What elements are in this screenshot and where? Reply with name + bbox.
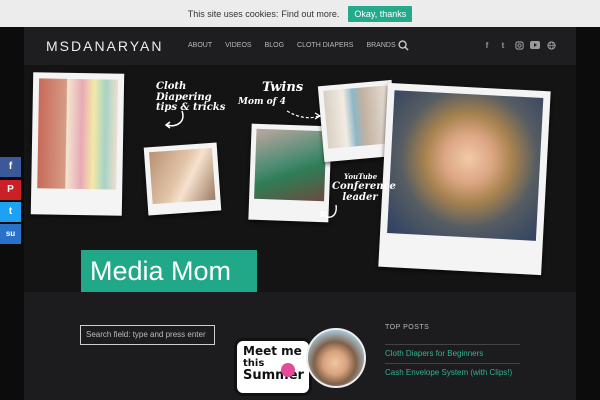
site-logo[interactable]: MSDANARYAN [46, 38, 164, 54]
photo-baby [143, 142, 222, 216]
promo-bubble: Meet me this Summer [234, 338, 312, 396]
photo-portrait [378, 82, 551, 276]
caption-twins: Twins [262, 80, 304, 95]
nav-item-blog[interactable]: BLOG [265, 42, 284, 49]
facebook-icon[interactable]: f [482, 41, 492, 51]
instagram-icon[interactable] [514, 41, 524, 51]
cookie-message: This site uses cookies: [187, 8, 279, 19]
curved-arrow-icon [164, 110, 184, 129]
twitter-icon[interactable]: t [498, 41, 508, 51]
nav-item-videos[interactable]: VIDEOS [225, 42, 251, 49]
youtube-icon[interactable] [530, 41, 540, 51]
dashed-arrow-icon [286, 110, 322, 120]
cookie-accept-button[interactable]: Okay, thanks [348, 5, 413, 22]
website-icon[interactable] [546, 41, 556, 51]
cookie-bar: This site uses cookies: Find out more. O… [0, 0, 600, 27]
social-links: f t [482, 41, 562, 51]
nav-item-cloth-diapers[interactable]: CLOTH DIAPERS [297, 42, 353, 49]
caption-conference-leader: Conference leader [332, 181, 396, 203]
top-post-link[interactable]: Cloth Diapers for Beginners [385, 344, 520, 358]
site-header: MSDANARYAN ABOUT VIDEOS BLOG CLOTH DIAPE… [24, 27, 576, 65]
caption-youtube: YouTube [344, 172, 378, 181]
promo-line-1: Meet me [243, 344, 302, 358]
share-stumbleupon-button[interactable]: su [0, 224, 21, 244]
content-area: Search field: type and press enter Meet … [24, 292, 576, 400]
photo-cloth-diapers [30, 72, 125, 216]
nav-item-about[interactable]: ABOUT [188, 42, 212, 49]
meet-me-promo[interactable]: Meet me this Summer [234, 328, 366, 400]
share-pinterest-button[interactable]: P [0, 180, 21, 200]
top-post-link[interactable]: Cash Envelope System (with Clips!) [385, 363, 520, 377]
hero-headline: Media Mom [81, 250, 257, 292]
curly-arrow-icon [320, 204, 337, 218]
hero-banner: Cloth Diapering tips & tricks Twins Mom … [24, 65, 576, 292]
nav-item-brands[interactable]: BRANDS [366, 42, 395, 49]
search-input[interactable]: Search field: type and press enter [80, 325, 215, 345]
search-icon[interactable] [398, 40, 409, 51]
caption-mom-of-4: Mom of 4 [238, 97, 286, 107]
cookie-find-out-more-link[interactable]: Find out more. [281, 9, 339, 19]
promo-photo [306, 328, 366, 388]
main-nav: ABOUT VIDEOS BLOG CLOTH DIAPERS BRANDS [188, 42, 409, 49]
share-twitter-button[interactable]: t [0, 202, 21, 222]
promo-badge-icon [281, 363, 295, 377]
site-container: MSDANARYAN ABOUT VIDEOS BLOG CLOTH DIAPE… [24, 27, 576, 400]
top-posts-heading: TOP POSTS [385, 324, 430, 331]
share-facebook-button[interactable]: f [0, 157, 21, 177]
caption-cloth-diapering: Cloth Diapering tips & tricks [156, 81, 226, 113]
